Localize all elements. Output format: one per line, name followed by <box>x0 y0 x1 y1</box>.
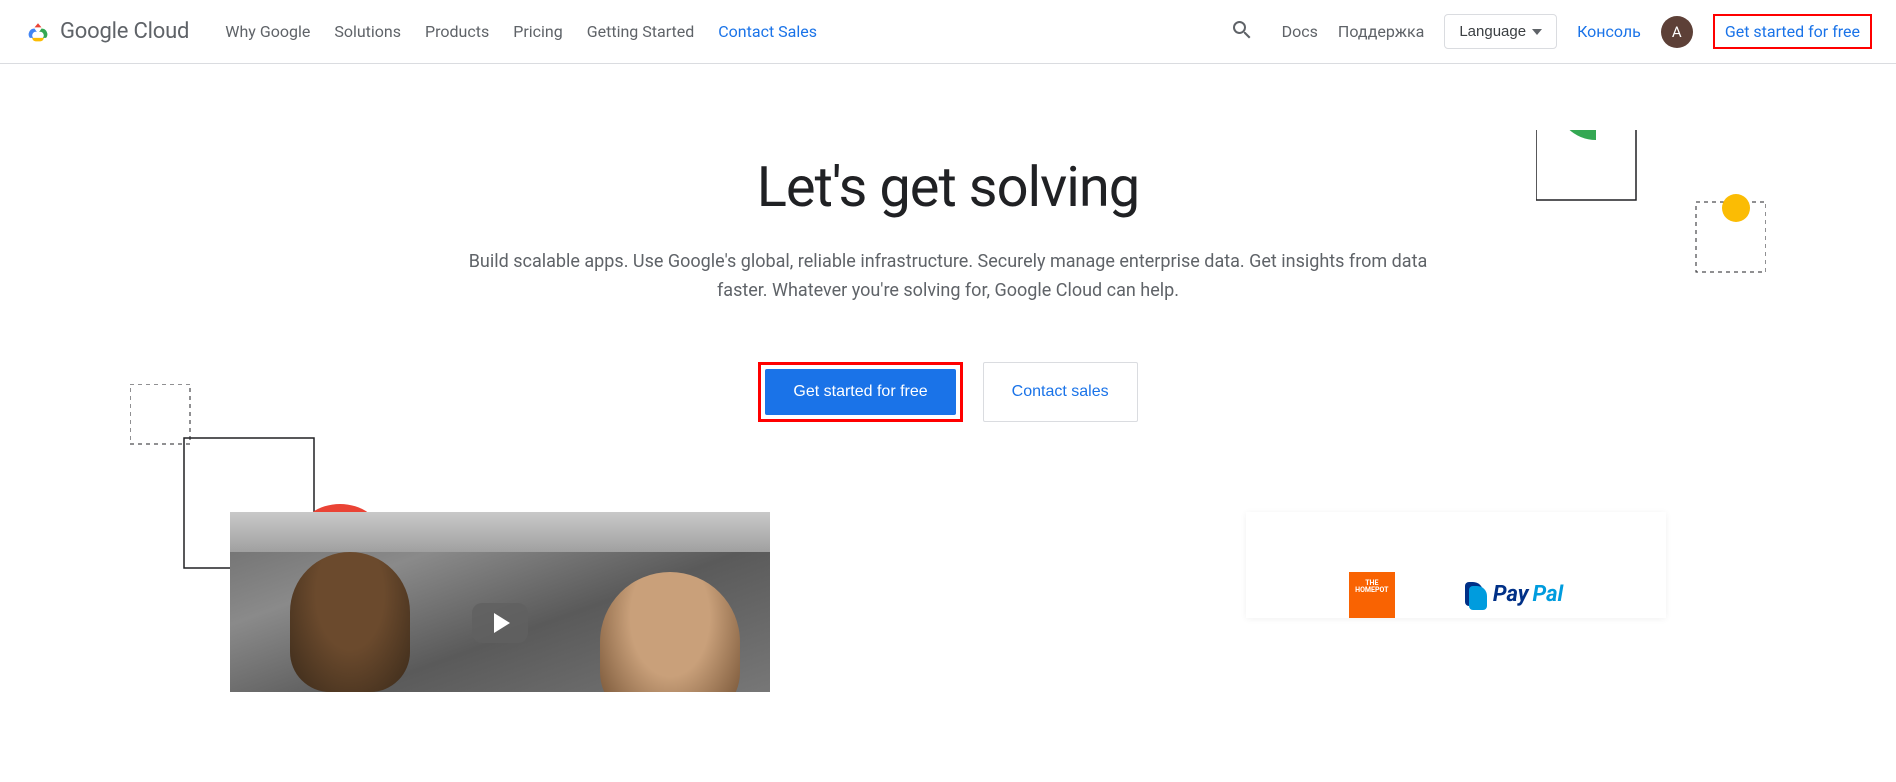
primary-nav: Why Google Solutions Products Pricing Ge… <box>225 22 817 41</box>
customer-logos-card: PayPal <box>1246 512 1666 618</box>
brand-text: Google Cloud <box>60 19 189 44</box>
nav-getting-started[interactable]: Getting Started <box>587 22 695 41</box>
nav-why-google[interactable]: Why Google <box>225 22 310 41</box>
brand-logo[interactable]: Google Cloud <box>24 18 189 46</box>
get-started-top-button[interactable]: Get started for free <box>1713 14 1872 49</box>
get-started-hero-button[interactable]: Get started for free <box>765 369 955 415</box>
language-label: Language <box>1459 23 1526 40</box>
nav-support[interactable]: Поддержка <box>1338 22 1424 41</box>
nav-solutions[interactable]: Solutions <box>334 22 401 41</box>
avatar[interactable]: A <box>1661 16 1693 48</box>
nav-pricing[interactable]: Pricing <box>513 22 563 41</box>
paypal-icon <box>1465 582 1487 608</box>
nav-docs[interactable]: Docs <box>1282 22 1318 41</box>
hero-title: Let's get solving <box>448 154 1448 220</box>
nav-console[interactable]: Консоль <box>1577 22 1641 41</box>
google-cloud-icon <box>24 18 52 46</box>
hero-subtitle: Build scalable apps. Use Google's global… <box>448 248 1448 306</box>
nav-products[interactable]: Products <box>425 22 489 41</box>
hero-buttons: Get started for free Contact sales <box>448 362 1448 422</box>
highlight-box-primary: Get started for free <box>758 362 962 422</box>
contact-sales-hero-button[interactable]: Contact sales <box>983 362 1138 422</box>
language-dropdown[interactable]: Language <box>1444 14 1557 49</box>
hero-section: Let's get solving Build scalable apps. U… <box>448 154 1448 422</box>
decorative-shapes-top-right <box>1536 130 1766 284</box>
search-icon <box>1230 18 1254 42</box>
nav-contact-sales[interactable]: Contact Sales <box>718 22 817 41</box>
chevron-down-icon <box>1532 29 1542 35</box>
paypal-logo: PayPal <box>1465 582 1563 608</box>
video-thumbnail[interactable] <box>230 512 770 692</box>
top-nav: Google Cloud Why Google Solutions Produc… <box>0 0 1896 64</box>
top-right-group: Docs Поддержка Language Консоль A Get st… <box>1222 10 1872 53</box>
search-button[interactable] <box>1222 10 1262 53</box>
play-icon <box>472 603 528 643</box>
home-depot-logo <box>1349 572 1395 618</box>
main-content: Let's get solving Build scalable apps. U… <box>0 64 1896 692</box>
